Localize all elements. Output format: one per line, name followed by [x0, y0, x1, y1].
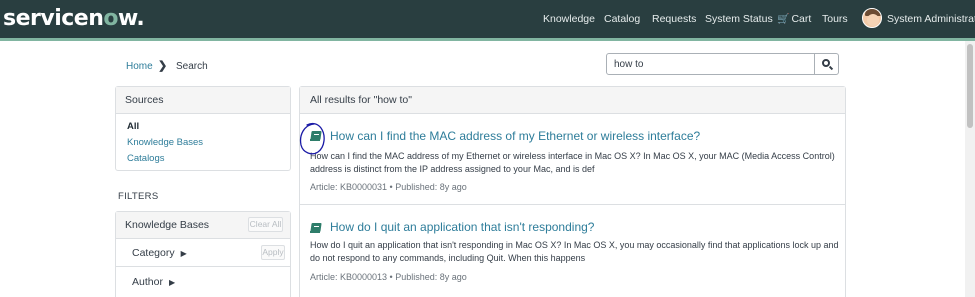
filters-heading: FILTERS	[118, 191, 159, 202]
breadcrumb-current: Search	[176, 61, 208, 72]
result-title[interactable]: How do I quit an application that isn't …	[330, 220, 594, 234]
annotation-circle	[299, 122, 325, 155]
logo-text-o: o	[103, 6, 118, 31]
nav-tours[interactable]: Tours	[822, 0, 848, 38]
facet-category-label: Category	[132, 247, 175, 259]
facet-category[interactable]: Category ▶ Apply	[116, 239, 290, 267]
breadcrumb-chevron-icon: ❯	[158, 60, 168, 72]
avatar-face	[867, 14, 879, 26]
breadcrumb-home[interactable]: Home	[126, 61, 153, 72]
nav-knowledge[interactable]: Knowledge	[543, 0, 595, 38]
knowledge-bases-filter-panel: Knowledge Bases Clear All Category ▶ Appl…	[115, 211, 291, 297]
result-meta: Article: KB0000031 • Published: 8y ago	[310, 182, 467, 192]
facet-author-label: Author	[132, 276, 163, 288]
nav-catalog[interactable]: Catalog	[604, 0, 640, 38]
nav-system-status[interactable]: System Status	[705, 0, 773, 38]
source-catalogs[interactable]: Catalogs	[127, 153, 165, 164]
logo-text-end: w.	[118, 6, 145, 31]
result-title[interactable]: How can I find the MAC address of my Eth…	[330, 129, 700, 143]
top-navbar: servicenow. Knowledge Catalog Requests S…	[0, 0, 975, 38]
source-all[interactable]: All	[127, 121, 139, 132]
nav-requests[interactable]: Requests	[652, 0, 696, 38]
result-meta: Article: KB0000013 • Published: 8y ago	[310, 272, 467, 282]
servicenow-logo[interactable]: servicenow.	[3, 6, 145, 31]
book-icon	[310, 223, 322, 233]
user-avatar[interactable]	[862, 8, 882, 28]
logo-text-start: servicen	[3, 6, 104, 31]
result-snippet: How do I quit an application that isn't …	[310, 240, 839, 263]
caret-right-icon: ▶	[168, 278, 176, 287]
nav-cart[interactable]: 🛒 Cart	[777, 0, 811, 38]
header-accent-line	[0, 38, 975, 41]
search-icon-handle	[828, 65, 834, 71]
search-button[interactable]	[814, 53, 839, 75]
cart-icon: 🛒	[777, 14, 790, 25]
results-header: All results for "how to"	[300, 87, 845, 114]
user-menu-name[interactable]: System Administrator	[887, 0, 975, 38]
source-knowledge-bases[interactable]: Knowledge Bases	[127, 137, 203, 148]
result-divider	[300, 204, 845, 205]
clear-all-button[interactable]: Clear All	[248, 217, 283, 232]
search-input[interactable]	[606, 53, 815, 75]
sources-panel: Sources All Knowledge Bases Catalogs	[115, 86, 291, 171]
results-panel: All results for "how to" How can I find …	[299, 86, 846, 297]
caret-right-icon: ▶	[180, 249, 187, 258]
sources-title: Sources	[116, 87, 290, 114]
apply-button[interactable]: Apply	[261, 245, 285, 260]
page-scrollbar-thumb[interactable]	[967, 44, 973, 128]
facet-author[interactable]: Author ▶	[116, 268, 290, 296]
result-snippet: How can I find the MAC address of my Eth…	[310, 151, 835, 174]
nav-cart-label: Cart	[791, 13, 812, 25]
